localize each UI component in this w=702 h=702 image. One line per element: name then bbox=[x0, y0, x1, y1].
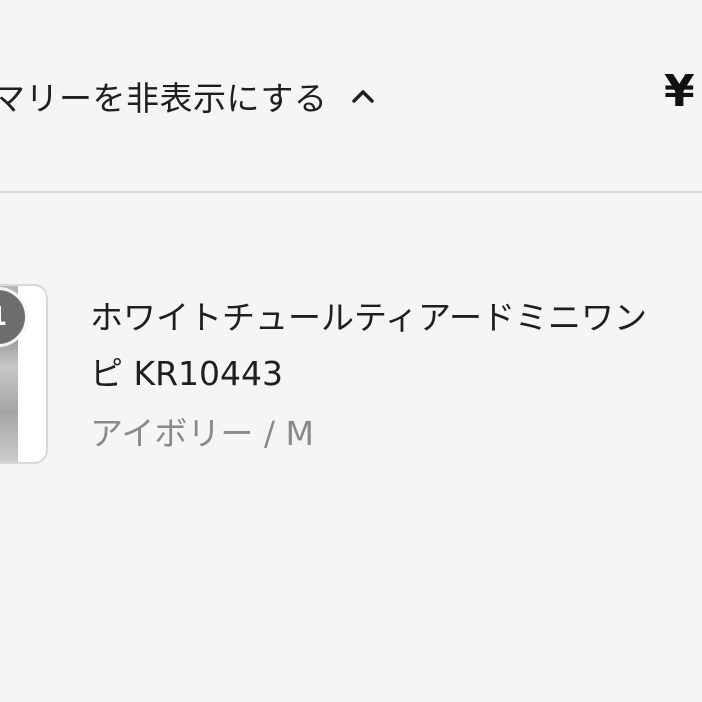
cart-line-item: 1 ホワイトチュールティアードミニワンピ KR10443 アイボリー / M bbox=[0, 262, 702, 482]
order-summary-page: マリーを非表示にする ¥ 1 ホワイトチュールティアードミニワンピ KR1044… bbox=[0, 0, 702, 702]
product-title: ホワイトチュールティアードミニワンピ KR10443 bbox=[90, 298, 648, 393]
hide-summary-toggle[interactable]: マリーを非表示にする bbox=[0, 70, 375, 122]
product-thumbnail-wrap: 1 bbox=[0, 284, 48, 464]
order-summary-header: マリーを非表示にする ¥ bbox=[0, 0, 702, 193]
chevron-up-icon bbox=[351, 84, 375, 108]
product-variant: アイボリー / M bbox=[90, 414, 314, 453]
hide-summary-label: マリーを非表示にする bbox=[0, 79, 328, 118]
total-price: ¥ bbox=[664, 66, 695, 117]
